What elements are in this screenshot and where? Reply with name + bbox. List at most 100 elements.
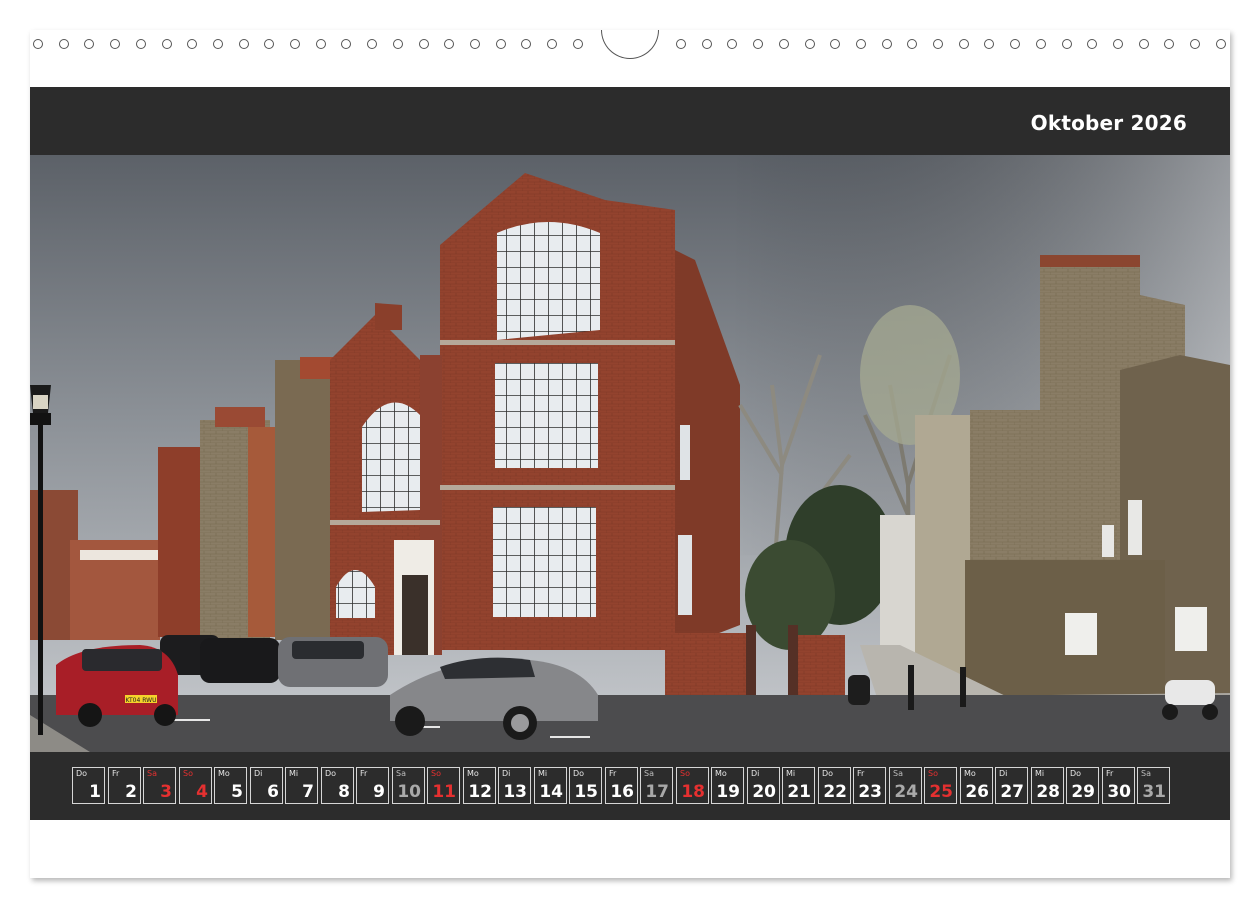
day-number: 1 [89, 782, 101, 802]
binding-hole [676, 39, 686, 49]
day-weekday-label: Fr [360, 769, 368, 778]
hanger-notch [601, 30, 659, 59]
day-cell: Do 8 [321, 767, 354, 804]
binding-hole [290, 39, 300, 49]
day-cell: Di 20 [747, 767, 780, 804]
binding-hole [238, 39, 249, 49]
day-number: 9 [373, 782, 385, 802]
day-weekday-label: Fr [609, 769, 617, 778]
day-cell: Do 15 [569, 767, 602, 804]
day-cell: So 18 [676, 767, 709, 804]
day-weekday-label: Mi [289, 769, 299, 778]
month-title: Oktober 2026 [1030, 111, 1187, 135]
day-number: 5 [231, 782, 243, 802]
binding-hole [1112, 39, 1123, 49]
binding-hole [804, 39, 815, 49]
day-weekday-label: Sa [147, 769, 157, 778]
day-weekday-label: Do [822, 769, 834, 778]
binding-hole [1010, 39, 1021, 49]
binding-hole [778, 39, 789, 49]
day-cell: Mi 28 [1031, 767, 1064, 804]
binding-hole [572, 39, 583, 49]
day-weekday-label: So [680, 769, 690, 778]
binding-hole [907, 39, 918, 49]
binding-hole [753, 39, 764, 49]
day-number: 6 [267, 782, 279, 802]
day-weekday-label: Mo [964, 769, 976, 778]
binding-hole [1138, 39, 1149, 49]
binding-hole [727, 39, 738, 49]
day-weekday-label: Di [254, 769, 263, 778]
binding-hole [881, 39, 892, 49]
header-band: Oktober 2026 [30, 87, 1230, 155]
day-weekday-label: Sa [1141, 769, 1151, 778]
binding-hole [315, 39, 326, 49]
day-cell: Mo 19 [711, 767, 744, 804]
day-weekday-label: Mo [467, 769, 479, 778]
binding-hole [547, 39, 557, 49]
day-number: 22 [823, 782, 847, 802]
day-number: 4 [196, 782, 208, 802]
day-number: 3 [160, 782, 172, 802]
day-number: 13 [503, 782, 527, 802]
binding-hole [855, 39, 866, 49]
day-cell: Sa 10 [392, 767, 425, 804]
day-cell: Mo 5 [214, 767, 247, 804]
binding-hole [1164, 39, 1175, 49]
day-cell: Do 29 [1066, 767, 1099, 804]
day-cell: Fr 23 [853, 767, 886, 804]
day-weekday-label: So [431, 769, 441, 778]
day-cell: Fr 30 [1102, 767, 1135, 804]
day-cell: Di 13 [498, 767, 531, 804]
binding-hole [984, 39, 995, 49]
binding-hole [495, 39, 506, 49]
day-number: 14 [539, 782, 563, 802]
binding-hole [521, 39, 532, 49]
day-cell: Di 6 [250, 767, 283, 804]
binding-hole [264, 39, 275, 49]
day-weekday-label: Fr [1106, 769, 1114, 778]
day-number: 17 [645, 782, 669, 802]
street-photo: KT04 RWU [30, 155, 1230, 752]
binding-hole [1061, 39, 1072, 49]
binding-hole [958, 39, 969, 49]
binding-hole [1190, 39, 1200, 49]
day-number: 12 [468, 782, 492, 802]
day-number: 31 [1142, 782, 1166, 802]
day-weekday-label: Sa [644, 769, 654, 778]
day-number: 28 [1036, 782, 1060, 802]
day-number: 7 [302, 782, 314, 802]
binding-hole [701, 39, 712, 49]
day-cell: Mo 12 [463, 767, 496, 804]
day-cell: Do 22 [818, 767, 851, 804]
binding-hole [341, 39, 352, 49]
day-weekday-label: Do [325, 769, 337, 778]
day-cell: So 25 [924, 767, 957, 804]
binding-hole [161, 39, 172, 49]
day-cell: Sa 31 [1137, 767, 1170, 804]
day-number: 18 [681, 782, 705, 802]
binding-hole [469, 39, 480, 49]
day-cell: Fr 2 [108, 767, 141, 804]
binding-hole [367, 39, 378, 49]
day-cell: Sa 17 [640, 767, 673, 804]
day-weekday-label: Do [573, 769, 585, 778]
day-number: 26 [965, 782, 989, 802]
day-weekday-label: Mi [538, 769, 548, 778]
day-number: 29 [1071, 782, 1095, 802]
day-weekday-label: Mo [715, 769, 727, 778]
binding-hole [1087, 39, 1098, 49]
day-number: 25 [929, 782, 953, 802]
binding-hole [33, 39, 43, 49]
day-number: 10 [397, 782, 421, 802]
day-number: 11 [432, 782, 456, 802]
day-weekday-label: So [183, 769, 193, 778]
day-cell: So 4 [179, 767, 212, 804]
day-cell: Mi 21 [782, 767, 815, 804]
day-cell: So 11 [427, 767, 460, 804]
day-weekday-label: Fr [857, 769, 865, 778]
day-number: 20 [752, 782, 776, 802]
binding-hole [830, 39, 841, 49]
day-number: 21 [787, 782, 811, 802]
car-plate: KT04 RWU [126, 697, 157, 704]
